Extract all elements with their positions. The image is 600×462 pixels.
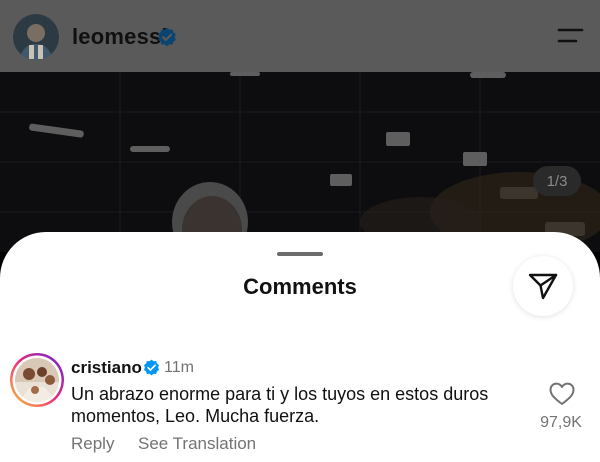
share-button[interactable] bbox=[513, 256, 573, 316]
profile-avatar[interactable] bbox=[13, 14, 59, 60]
comments-title: Comments bbox=[243, 274, 357, 299]
verified-badge-icon bbox=[144, 359, 159, 376]
post-header: leomessi bbox=[0, 0, 600, 72]
comment-username[interactable]: cristiano bbox=[71, 358, 142, 378]
comment-avatar[interactable] bbox=[9, 352, 65, 408]
post-username[interactable]: leomessi bbox=[72, 24, 168, 50]
verified-badge-icon bbox=[158, 27, 176, 47]
photo-page-indicator: 1/3 bbox=[533, 166, 581, 196]
see-translation-button[interactable]: See Translation bbox=[138, 434, 256, 454]
comment-timestamp: 11m bbox=[164, 359, 194, 376]
hamburger-menu-icon[interactable] bbox=[556, 26, 584, 46]
photo-content bbox=[0, 72, 600, 264]
like-count: 97,9K bbox=[540, 414, 582, 431]
send-icon bbox=[528, 273, 558, 300]
post-photo[interactable]: 1/3 bbox=[0, 72, 600, 264]
heart-outline-icon[interactable] bbox=[549, 382, 575, 406]
reply-button[interactable]: Reply bbox=[71, 434, 114, 454]
comments-sheet bbox=[0, 232, 600, 462]
instagram-post-screen: leomessi 1/3 Comments cristiano 11m Un a… bbox=[0, 0, 600, 462]
sheet-drag-handle[interactable] bbox=[277, 252, 323, 256]
comment-text: Un abrazo enorme para ti y los tuyos en … bbox=[71, 384, 489, 426]
